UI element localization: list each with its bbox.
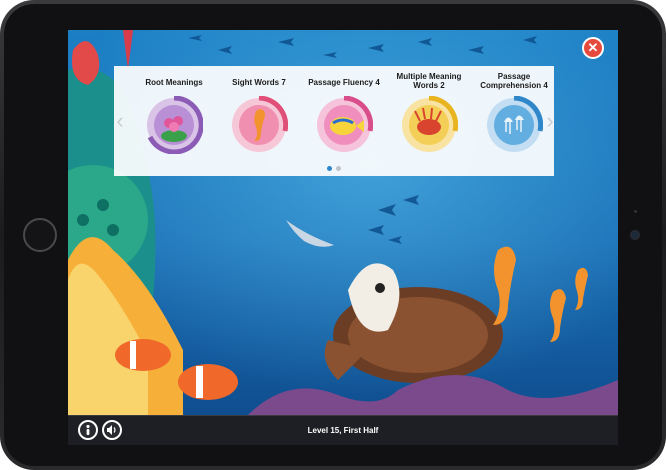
tablet-frame: ‹ › Root Meanings Sight Words 7 Passage …	[0, 0, 666, 470]
close-icon: ✕	[587, 40, 599, 55]
close-button[interactable]: ✕	[582, 37, 604, 59]
jellyfish-icon	[487, 96, 543, 152]
footer-bar: Level 15, First Half	[68, 415, 618, 445]
level-tile-multiple-meaning-words-2[interactable]: Multiple Meaning Words 2	[389, 66, 469, 166]
info-button[interactable]	[78, 420, 98, 440]
lionfish-icon	[402, 96, 458, 152]
level-label: Level 15, First Half	[307, 426, 379, 435]
info-icon	[86, 424, 90, 435]
level-title: Sight Words 7	[232, 78, 286, 87]
front-camera	[631, 231, 639, 239]
light-sensor	[634, 210, 637, 213]
sea-anemone-icon	[147, 96, 203, 154]
level-title: Root Meanings	[145, 78, 203, 87]
app-screen: ‹ › Root Meanings Sight Words 7 Passage …	[68, 30, 618, 445]
home-button[interactable]	[23, 218, 57, 252]
level-title: Multiple Meaning Words 2	[396, 72, 462, 90]
previous-page-arrow[interactable]: ‹	[112, 106, 128, 136]
level-tile-root-meanings[interactable]: Root Meanings	[134, 66, 214, 166]
sound-button[interactable]	[102, 420, 122, 440]
level-tile-sight-words-7[interactable]: Sight Words 7	[219, 66, 299, 166]
pagination-dot-active[interactable]	[327, 166, 332, 171]
level-tile-passage-fluency-4[interactable]: Passage Fluency 4	[304, 66, 384, 166]
pagination-dot[interactable]	[336, 166, 341, 171]
level-selection-panel: ‹ › Root Meanings Sight Words 7 Passage …	[114, 66, 554, 176]
level-title: Passage Comprehension 4	[480, 72, 548, 90]
speaker-icon	[107, 425, 116, 435]
level-title: Passage Fluency 4	[308, 78, 380, 87]
seahorse-icon	[232, 96, 288, 152]
level-tile-passage-comprehension-4[interactable]: Passage Comprehension 4	[474, 66, 554, 166]
pagination-dots	[327, 166, 347, 172]
tropical-fish-icon	[317, 96, 373, 152]
